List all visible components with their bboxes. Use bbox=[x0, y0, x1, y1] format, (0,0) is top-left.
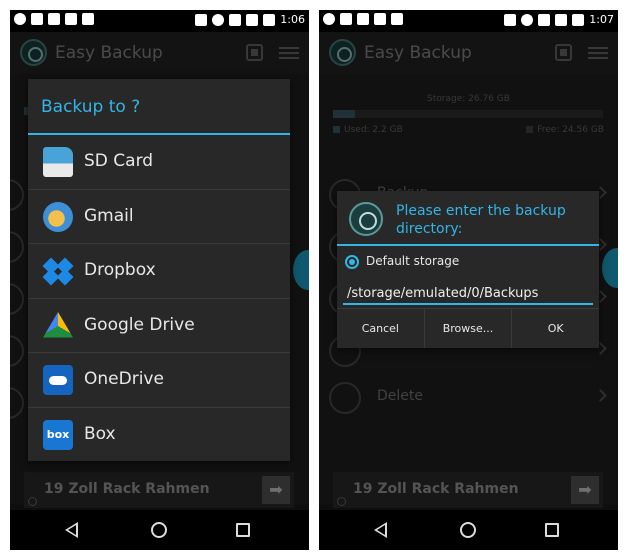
option-onedrive[interactable]: OneDrive bbox=[28, 353, 290, 408]
dialog-title: Please enter the backup directory: bbox=[396, 203, 566, 237]
bluetooth-icon bbox=[504, 14, 517, 26]
status-time: 1:06 bbox=[280, 13, 305, 26]
download-icon bbox=[374, 13, 386, 25]
backup-to-dialog: Backup to ? SD Card Gmail Dropbox Google… bbox=[28, 79, 290, 461]
phone-screen-left: 1:06 Easy Backup 19 Zoll Rack Rahmen ➡ B… bbox=[10, 10, 309, 550]
status-bar: 1:07 bbox=[319, 10, 618, 32]
status-bar: 1:06 bbox=[10, 10, 309, 32]
recent-apps-icon[interactable] bbox=[236, 523, 250, 537]
phone-screen-right: 1:07 Easy Backup Storage: 26.76 GB Used:… bbox=[319, 10, 618, 550]
image-icon bbox=[357, 13, 369, 25]
screenshot-icon bbox=[391, 13, 403, 25]
default-storage-label: Default storage bbox=[366, 254, 460, 268]
option-label: Dropbox bbox=[84, 260, 156, 280]
nav-bar bbox=[10, 510, 309, 550]
status-time: 1:07 bbox=[589, 13, 614, 26]
back-icon[interactable] bbox=[65, 522, 78, 538]
option-label: Gmail bbox=[84, 205, 134, 226]
cancel-button[interactable]: Cancel bbox=[337, 309, 425, 348]
browse-button[interactable]: Browse... bbox=[425, 309, 513, 348]
home-icon[interactable] bbox=[151, 522, 167, 538]
download-icon bbox=[65, 13, 77, 25]
option-label: OneDrive bbox=[84, 369, 164, 389]
google-drive-icon bbox=[43, 312, 73, 338]
gmail-icon bbox=[43, 201, 73, 232]
dialog-title: Backup to ? bbox=[41, 97, 141, 117]
home-icon[interactable] bbox=[460, 522, 476, 538]
backup-directory-input[interactable] bbox=[343, 283, 593, 305]
recent-apps-icon[interactable] bbox=[545, 523, 559, 537]
mail-icon bbox=[340, 13, 352, 25]
battery-icon bbox=[263, 14, 276, 26]
option-label: Box bbox=[84, 423, 116, 444]
option-google-drive[interactable]: Google Drive bbox=[28, 299, 290, 353]
dialog-button-row: Cancel Browse... OK bbox=[337, 308, 599, 348]
hangouts-icon bbox=[14, 13, 26, 25]
screenshot-icon bbox=[82, 13, 94, 25]
box-icon: box bbox=[43, 419, 73, 450]
bluetooth-icon bbox=[195, 14, 208, 26]
battery-icon bbox=[572, 14, 585, 26]
default-storage-radio[interactable] bbox=[345, 255, 359, 269]
signal-icon bbox=[246, 14, 259, 26]
mail-icon bbox=[31, 13, 43, 25]
option-sd-card[interactable]: SD Card bbox=[28, 135, 290, 190]
backup-target-list: SD Card Gmail Dropbox Google Drive OneDr… bbox=[28, 135, 290, 462]
option-dropbox[interactable]: Dropbox bbox=[28, 244, 290, 299]
nav-bar bbox=[319, 510, 618, 550]
signal-icon bbox=[555, 14, 568, 26]
wifi-icon bbox=[538, 14, 551, 26]
do-not-disturb-icon bbox=[521, 14, 534, 26]
image-icon bbox=[48, 13, 60, 25]
do-not-disturb-icon bbox=[212, 14, 225, 26]
hangouts-icon bbox=[323, 13, 335, 25]
option-label: SD Card bbox=[84, 151, 154, 171]
option-gmail[interactable]: Gmail bbox=[28, 190, 290, 244]
app-logo-icon bbox=[349, 202, 383, 236]
backup-directory-dialog: Please enter the backup directory: Defau… bbox=[337, 191, 599, 348]
onedrive-icon bbox=[43, 365, 73, 395]
sd-card-icon bbox=[43, 147, 73, 177]
ok-button[interactable]: OK bbox=[512, 309, 599, 348]
wifi-icon bbox=[229, 14, 242, 26]
option-box[interactable]: box Box bbox=[28, 408, 290, 463]
dropbox-icon bbox=[42, 256, 74, 286]
back-icon[interactable] bbox=[374, 522, 387, 538]
dialog-title-divider bbox=[337, 244, 599, 246]
option-label: Google Drive bbox=[84, 314, 195, 335]
